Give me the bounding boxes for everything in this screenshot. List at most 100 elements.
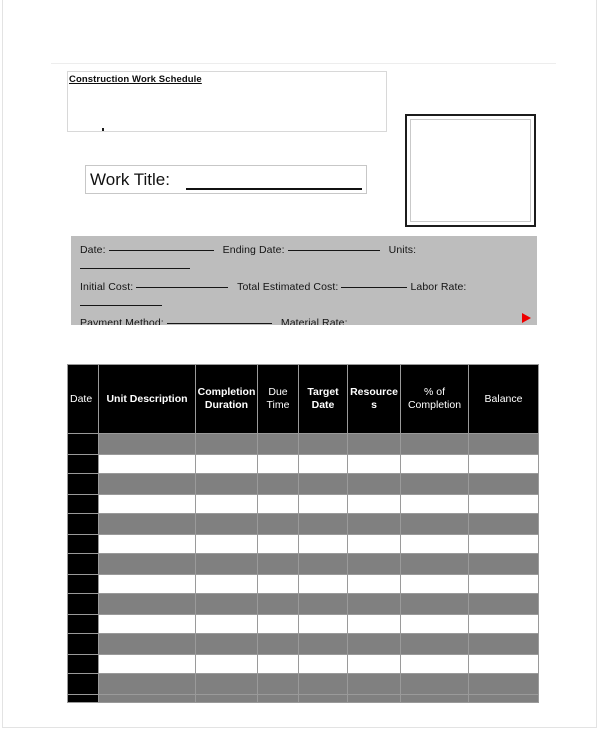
column-header-date[interactable]: Date [67,364,99,434]
table-cell[interactable] [195,494,258,514]
table-cell[interactable] [195,454,258,474]
table-cell[interactable] [347,614,401,634]
table-cell[interactable] [347,553,401,575]
table-cell[interactable] [98,454,196,474]
table-row[interactable] [67,654,539,674]
table-cell[interactable] [298,553,348,575]
table-cell-date[interactable] [67,633,99,655]
table-cell[interactable] [400,593,469,615]
table-cell-date[interactable] [67,454,99,474]
table-cell[interactable] [347,513,401,535]
table-cell[interactable] [298,593,348,615]
table-cell[interactable] [400,534,469,554]
table-cell[interactable] [468,494,539,514]
table-cell[interactable] [98,694,196,703]
table-cell[interactable] [257,433,299,455]
table-row[interactable] [67,454,539,474]
table-cell[interactable] [98,513,196,535]
table-cell[interactable] [98,534,196,554]
table-cell-date[interactable] [67,673,99,695]
column-header-percent-completion[interactable]: % of Completion [400,364,469,434]
table-cell[interactable] [468,673,539,695]
column-header-resources[interactable]: Resources [347,364,401,434]
ending-date-blank[interactable] [287,250,380,251]
table-cell[interactable] [468,574,539,594]
table-row[interactable] [67,593,539,615]
column-header-due-time[interactable]: Due Time [257,364,299,434]
table-cell[interactable] [98,473,196,495]
table-cell[interactable] [468,454,539,474]
table-cell[interactable] [98,593,196,615]
table-cell[interactable] [468,654,539,674]
table-cell[interactable] [298,614,348,634]
table-cell[interactable] [298,633,348,655]
table-row[interactable] [67,433,539,455]
table-cell[interactable] [468,553,539,575]
table-cell[interactable] [347,494,401,514]
table-cell[interactable] [257,473,299,495]
table-cell[interactable] [98,614,196,634]
table-cell[interactable] [98,494,196,514]
table-cell[interactable] [257,513,299,535]
table-cell[interactable] [195,574,258,594]
table-cell-date[interactable] [67,654,99,674]
table-cell[interactable] [347,534,401,554]
date-blank[interactable] [108,250,214,251]
table-cell-date[interactable] [67,473,99,495]
table-cell[interactable] [298,534,348,554]
table-row[interactable] [67,574,539,594]
table-cell[interactable] [347,654,401,674]
table-cell[interactable] [195,694,258,703]
units-blank[interactable] [80,268,190,269]
table-cell[interactable] [195,534,258,554]
initial-cost-blank[interactable] [136,287,229,288]
table-cell[interactable] [400,433,469,455]
payment-method-blank[interactable] [166,323,272,324]
table-cell-date[interactable] [67,433,99,455]
work-title-field[interactable]: Work Title: [85,165,367,194]
table-cell[interactable] [98,433,196,455]
table-row[interactable] [67,473,539,495]
table-cell[interactable] [400,473,469,495]
table-cell[interactable] [298,694,348,703]
column-header-target-date[interactable]: Target Date [298,364,348,434]
table-cell-date[interactable] [67,534,99,554]
table-cell-date[interactable] [67,513,99,535]
table-cell[interactable] [347,593,401,615]
table-cell-date[interactable] [67,593,99,615]
table-cell[interactable] [298,574,348,594]
total-estimated-cost-blank[interactable] [341,287,408,288]
table-cell[interactable] [195,513,258,535]
table-cell[interactable] [347,574,401,594]
table-cell[interactable] [257,694,299,703]
table-cell[interactable] [347,673,401,695]
table-cell[interactable] [347,454,401,474]
table-cell[interactable] [400,654,469,674]
table-cell[interactable] [298,654,348,674]
table-row[interactable] [67,694,539,703]
table-row[interactable] [67,673,539,695]
table-cell[interactable] [98,633,196,655]
column-header-unit-description[interactable]: Unit Description [98,364,196,434]
table-cell[interactable] [468,513,539,535]
table-cell[interactable] [468,614,539,634]
table-row[interactable] [67,633,539,655]
table-cell[interactable] [468,473,539,495]
table-cell-date[interactable] [67,614,99,634]
table-cell[interactable] [257,494,299,514]
table-cell[interactable] [257,673,299,695]
table-cell[interactable] [257,534,299,554]
table-cell[interactable] [400,574,469,594]
table-cell[interactable] [468,633,539,655]
table-cell[interactable] [298,513,348,535]
table-cell[interactable] [347,633,401,655]
table-cell[interactable] [195,633,258,655]
table-cell-date[interactable] [67,574,99,594]
table-cell[interactable] [98,673,196,695]
table-cell[interactable] [98,553,196,575]
table-cell[interactable] [195,614,258,634]
table-cell[interactable] [400,494,469,514]
table-cell[interactable] [257,593,299,615]
table-cell-date[interactable] [67,494,99,514]
table-row[interactable] [67,614,539,634]
